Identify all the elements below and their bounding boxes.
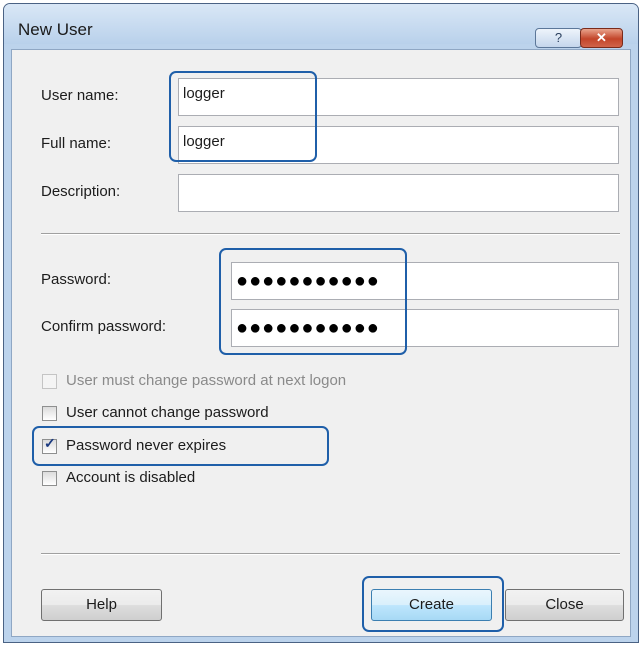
- title-bar[interactable]: New User ? ✕: [4, 4, 638, 48]
- help-button[interactable]: Help: [41, 589, 162, 621]
- password-label: Password:: [41, 271, 112, 288]
- full-name-label: Full name:: [41, 135, 112, 152]
- close-icon: ✕: [596, 30, 607, 45]
- description-label: Description:: [41, 183, 121, 200]
- checkbox-cannot-change[interactable]: [42, 406, 57, 421]
- confirm-password-label: Confirm password:: [41, 318, 167, 335]
- help-title-button[interactable]: ?: [535, 28, 582, 48]
- checkbox-account-disabled[interactable]: [42, 471, 57, 486]
- dialog-client-area: User name: logger Full name: logger Desc…: [11, 49, 631, 637]
- cannot-change-label: User cannot change password: [66, 404, 269, 421]
- checkbox-must-change[interactable]: [42, 374, 57, 389]
- close-button[interactable]: Close: [505, 589, 624, 621]
- new-user-dialog: New User ? ✕ User name: logger Full name…: [3, 3, 639, 643]
- dialog-title: New User: [18, 20, 93, 39]
- account-disabled-label: Account is disabled: [66, 469, 196, 486]
- must-change-label: User must change password at next logon: [66, 372, 347, 389]
- close-title-button[interactable]: ✕: [580, 28, 623, 48]
- description-input[interactable]: [178, 174, 619, 212]
- separator-bottom: [41, 553, 620, 555]
- highlight-user-names: [169, 71, 317, 162]
- question-icon: ?: [554, 30, 563, 45]
- highlight-passwords: [219, 248, 407, 355]
- user-name-label: User name:: [41, 87, 119, 104]
- separator-top: [41, 233, 620, 235]
- highlight-create-button: [362, 576, 504, 632]
- highlight-never-expires: [32, 426, 329, 466]
